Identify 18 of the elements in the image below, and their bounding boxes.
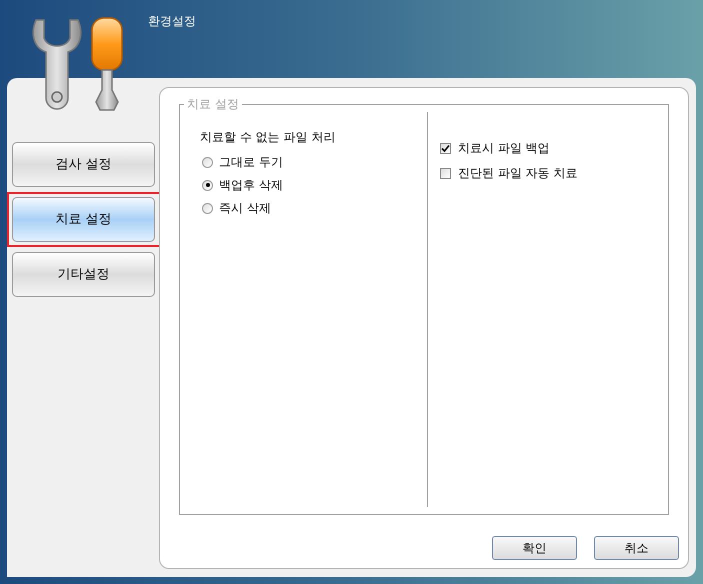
sidebar-tab[interactable]: 기타설정 bbox=[12, 252, 155, 297]
radio-button[interactable] bbox=[202, 202, 213, 214]
sidebar-tab[interactable]: 검사 설정 bbox=[12, 142, 155, 187]
sidebar-tab[interactable]: 치료 설정 bbox=[12, 197, 155, 242]
radio-button[interactable] bbox=[202, 156, 213, 168]
radio-button[interactable] bbox=[202, 180, 213, 190]
dialog-button[interactable]: 확인 bbox=[492, 536, 577, 560]
section-heading: 치료할 수 없는 파일 처리 bbox=[200, 129, 336, 146]
checkbox-label: 치료시 파일 백업 bbox=[458, 140, 550, 157]
checkbox-label: 진단된 파일 자동 치료 bbox=[458, 165, 578, 182]
checkbox[interactable] bbox=[440, 168, 451, 178]
radio-label: 즉시 삭제 bbox=[219, 200, 271, 217]
radio-label: 그대로 두기 bbox=[219, 154, 283, 171]
group-title: 치료 설정 bbox=[184, 96, 242, 112]
window-title: 환경설정 bbox=[148, 14, 196, 28]
radio-label: 백업후 삭제 bbox=[219, 177, 283, 194]
checkbox[interactable] bbox=[440, 142, 451, 154]
dialog-button[interactable]: 취소 bbox=[594, 536, 679, 560]
